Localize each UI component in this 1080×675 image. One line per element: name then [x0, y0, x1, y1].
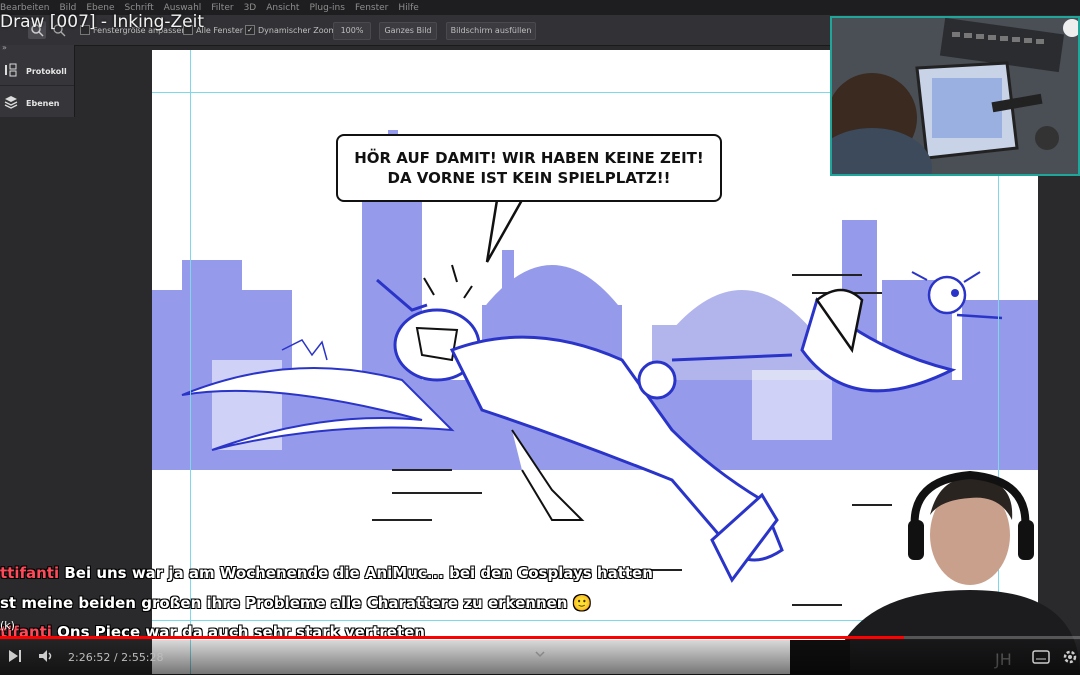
panel-history[interactable]: Protokoll — [4, 63, 67, 79]
fill-screen-button[interactable]: Bildschirm ausfüllen — [446, 22, 536, 40]
menu-item-view[interactable]: Ansicht — [266, 3, 299, 13]
menu-item-filter[interactable]: Filter — [211, 3, 233, 13]
player-controls: 2:26:52 / 2:55:28 — [0, 640, 1080, 675]
progress-bar[interactable] — [0, 636, 1080, 639]
panel-layers[interactable]: Ebenen — [4, 95, 59, 111]
time-separator: / — [110, 651, 122, 664]
history-brush-icon — [4, 63, 18, 79]
menu-item-image[interactable]: Bild — [59, 3, 76, 13]
chat-message: st meine beiden großen ihre Probleme all… — [0, 594, 591, 612]
menu-item-layer[interactable]: Ebene — [86, 3, 114, 13]
panel-divider — [0, 85, 74, 86]
menu-item-help[interactable]: Hilfe — [398, 3, 418, 13]
chevron-down-icon[interactable] — [534, 648, 546, 664]
speech-bubble: HÖR AUF DAMIT! WIR HABEN KEINE ZEIT! DA … — [336, 134, 722, 202]
panel-dock: » Protokoll Ebenen — [0, 43, 75, 117]
captions-icon[interactable] — [1032, 650, 1050, 668]
chat-text: st meine beiden großen ihre Probleme all… — [0, 594, 592, 612]
menu-item-window[interactable]: Fenster — [355, 3, 388, 13]
chat-message: ttifanti Bei uns war ja am Wochenende di… — [0, 564, 653, 582]
menu-item-edit[interactable]: Bearbeiten — [0, 3, 49, 13]
next-icon[interactable] — [8, 649, 22, 667]
webcam-overhead-image — [832, 18, 1078, 174]
volume-icon[interactable] — [38, 649, 54, 667]
menu-item-type[interactable]: Schrift — [125, 3, 154, 13]
keyboard-shortcut-badge: (k) — [0, 619, 15, 632]
panel-layers-label: Ebenen — [26, 98, 60, 108]
collapse-arrows-icon[interactable]: » — [2, 43, 7, 52]
whole-image-button[interactable]: Ganzes Bild — [379, 22, 437, 40]
speech-line-2: DA VORNE IST KEIN SPIELPLATZ!! — [387, 169, 671, 187]
time-display: 2:26:52 / 2:55:28 — [68, 651, 164, 664]
speech-line-1: HÖR AUF DAMIT! WIR HABEN KEINE ZEIT! — [354, 149, 704, 167]
total-time: 2:55:28 — [121, 651, 164, 664]
current-time: 2:26:52 — [68, 651, 111, 664]
webcam-overhead — [830, 16, 1080, 176]
chat-username: ttifanti — [0, 564, 60, 582]
dynamic-zoom-checkbox[interactable]: ✓ Dynamischer Zoom — [245, 25, 336, 35]
stream-title: Draw [007] - Inking-Zeit — [0, 12, 205, 32]
chat-text: Bei uns war ja am Wochenende die AniMuc.… — [59, 564, 653, 582]
checkbox-checked[interactable]: ✓ — [245, 25, 255, 35]
menu-item-3d[interactable]: 3D — [244, 3, 257, 13]
panel-history-label: Protokoll — [26, 66, 67, 76]
dynamic-zoom-label: Dynamischer Zoom — [258, 25, 337, 35]
progress-bar-fill — [0, 636, 904, 639]
zoom-value-field[interactable]: 100% — [333, 22, 371, 40]
layers-icon — [4, 95, 18, 111]
menu-item-select[interactable]: Auswahl — [164, 3, 202, 13]
menu-item-plugins[interactable]: Plug-ins — [309, 3, 345, 13]
settings-gear-icon[interactable] — [1062, 649, 1078, 669]
